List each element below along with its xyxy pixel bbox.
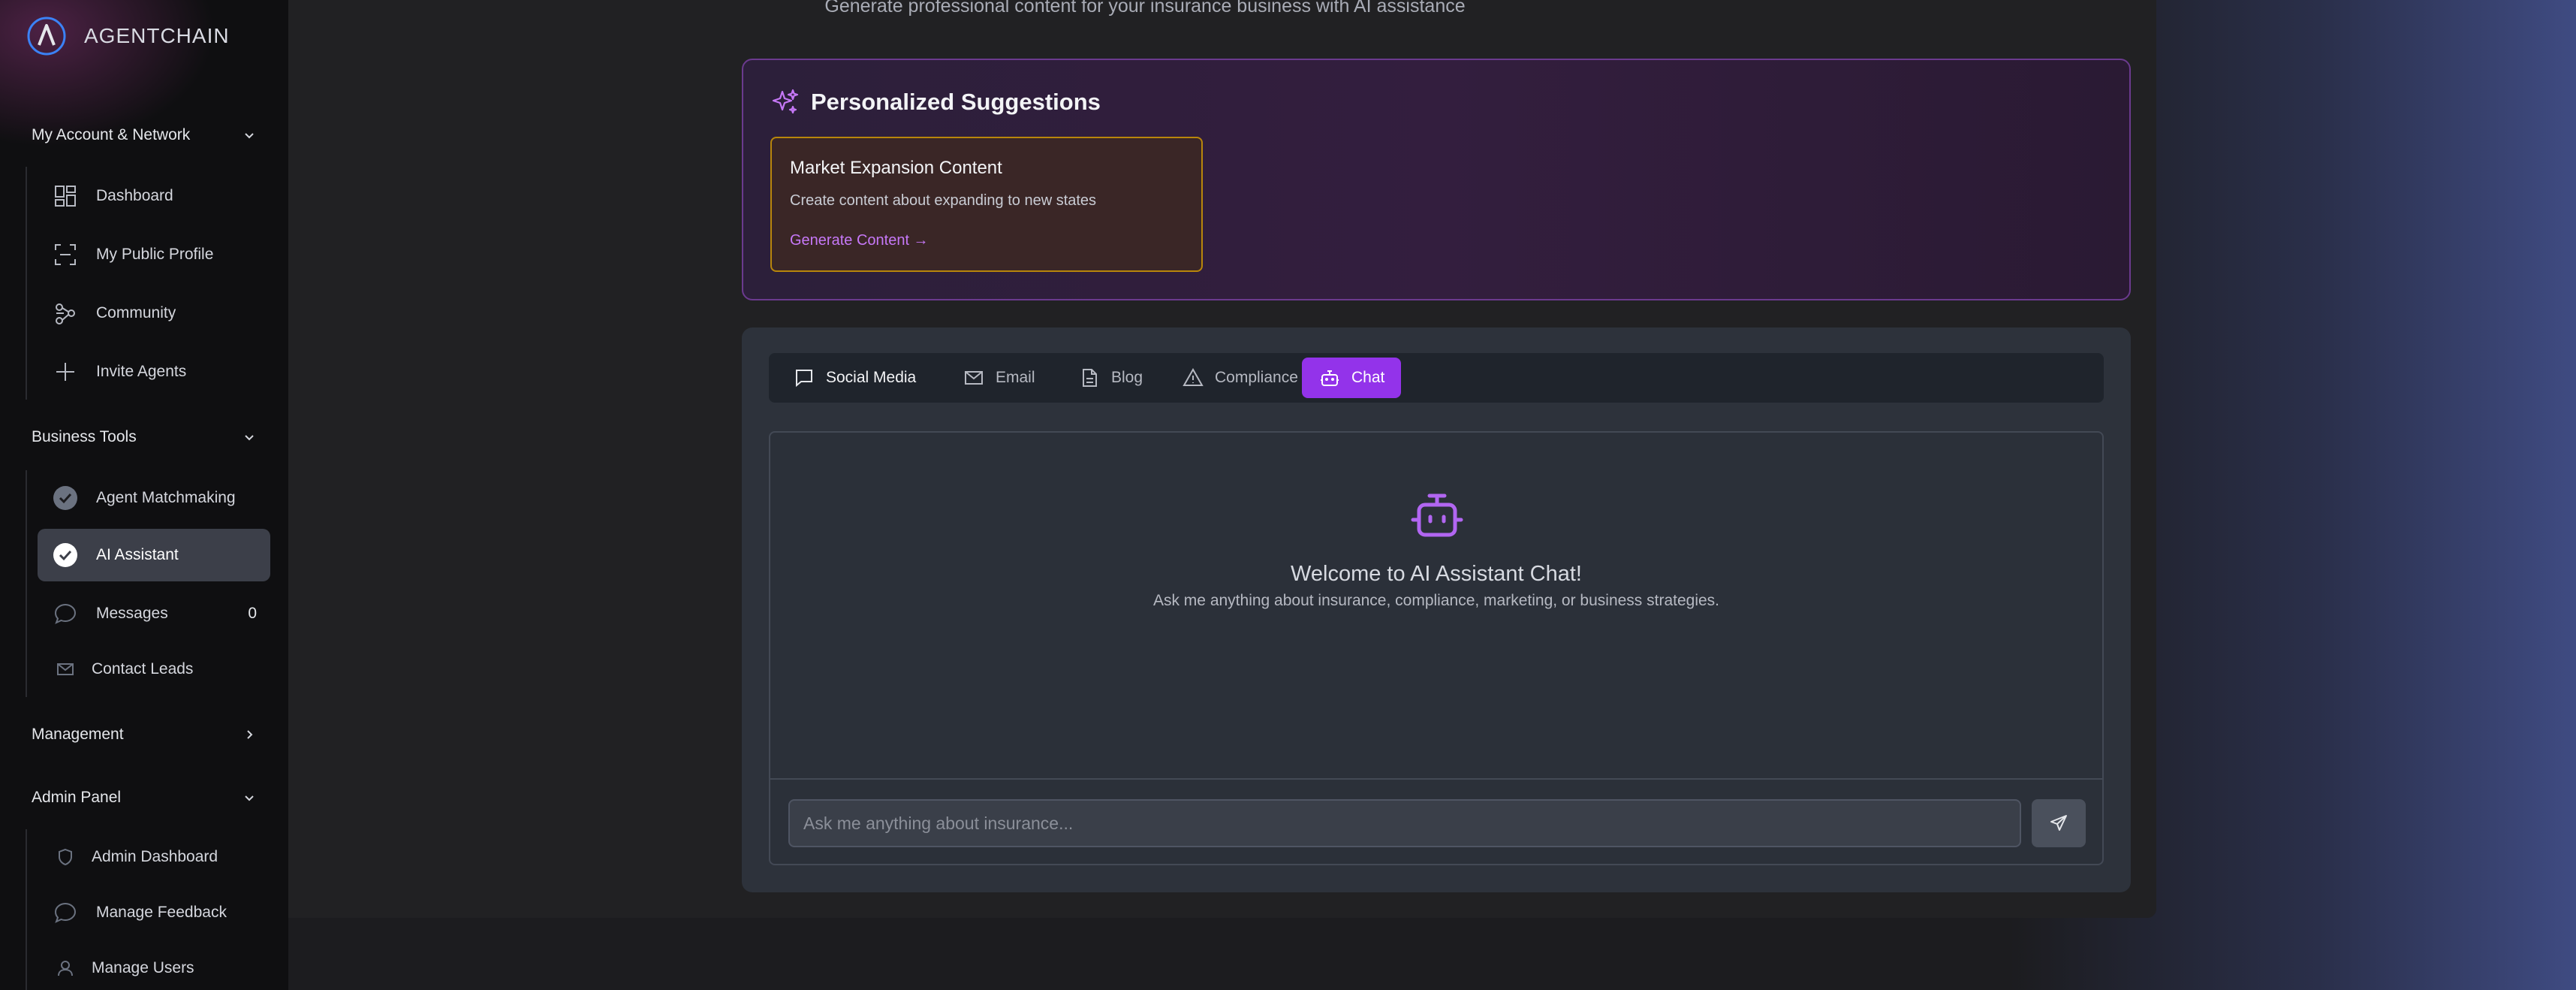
brand-logo[interactable]: AGENTCHAIN [26,15,230,57]
sidebar-item-label: My Public Profile [96,246,214,263]
sidebar-item-label: Contact Leads [92,660,194,678]
content-generator-card: Social Media Email Blog Compliance Chat … [742,327,2131,892]
tab-label: Blog [1111,369,1143,386]
generate-content-link[interactable]: Generate Content → [790,232,1183,249]
brand-name: AGENTCHAIN [84,24,230,47]
messages-count-badge: 0 [248,605,257,622]
plus-icon [53,359,78,385]
send-button[interactable] [2032,799,2086,847]
section-title: Business Tools [32,428,137,445]
tab-social-media[interactable]: Social Media [776,358,932,398]
suggestion-card-market-expansion[interactable]: Market Expansion Content Create content … [770,137,1203,272]
sidebar-item-label: Agent Matchmaking [96,489,236,506]
sidebar-item-manage-users[interactable]: Manage Users [38,942,270,990]
sidebar-item-dashboard[interactable]: Dashboard [38,170,270,222]
user-icon [53,955,78,981]
sidebar-item-label: AI Assistant [96,546,179,563]
sidebar-item-messages[interactable]: Messages 0 [38,587,270,640]
warning-triangle-icon [1182,367,1204,389]
check-circle-icon [53,485,78,511]
chat-input[interactable] [788,799,2021,847]
sidebar-item-public-profile[interactable]: My Public Profile [38,228,270,281]
tab-email[interactable]: Email [946,358,1052,398]
section-admin-panel[interactable]: Admin Panel [32,783,257,813]
robot-icon [1318,367,1341,389]
sidebar: AGENTCHAIN My Account & Network Dashboar… [0,0,288,990]
dashboard-grid-icon [53,183,78,209]
tab-compliance[interactable]: Compliance [1165,358,1315,398]
chat-panel: Welcome to AI Assistant Chat! Ask me any… [769,431,2104,865]
mail-icon [963,367,985,389]
sidebar-item-label: Invite Agents [96,363,187,380]
sidebar-item-community[interactable]: Community [38,287,270,340]
tab-label: Email [996,369,1035,386]
section-title: My Account & Network [32,126,191,143]
tab-label: Social Media [826,369,917,386]
message-square-icon [793,367,815,389]
message-bubble-icon [53,601,78,626]
tab-chat[interactable]: Chat [1302,358,1402,398]
mail-icon [53,656,78,682]
scan-frame-icon [53,242,78,267]
section-business-tools[interactable]: Business Tools [32,422,257,452]
sidebar-item-contact-leads[interactable]: Contact Leads [38,643,270,696]
sidebar-item-label: Admin Dashboard [92,848,218,865]
chevron-down-icon [245,435,254,441]
sidebar-item-admin-dashboard[interactable]: Admin Dashboard [38,831,270,883]
personalized-suggestions-card: Personalized Suggestions Market Expansio… [742,59,2131,300]
app-root: AGENTCHAIN My Account & Network Dashboar… [0,0,2576,990]
sidebar-item-label: Messages [96,605,168,622]
chat-messages-area[interactable]: Welcome to AI Assistant Chat! Ask me any… [770,433,2102,780]
suggestions-header: Personalized Suggestions [770,87,1101,117]
document-icon [1078,367,1101,389]
sidebar-item-invite-agents[interactable]: Invite Agents [38,346,270,398]
sidebar-item-manage-feedback[interactable]: Manage Feedback [38,886,270,939]
sparkles-icon [772,89,799,114]
section-title: Management [32,726,124,743]
nav-group-business-tools: Agent Matchmaking AI Assistant Messages … [26,470,270,697]
chevron-down-icon [245,795,254,801]
chat-welcome-title: Welcome to AI Assistant Chat! [1291,562,1582,586]
tab-label: Chat [1351,369,1385,386]
send-icon [2050,815,2067,831]
section-management[interactable]: Management [32,720,257,750]
sidebar-item-label: Manage Feedback [96,904,227,921]
sidebar-item-ai-assistant[interactable]: AI Assistant [38,529,270,581]
nav-group-my-account: Dashboard My Public Profile Community In… [26,167,270,400]
shield-icon [53,844,78,870]
tab-label: Compliance [1215,369,1298,386]
nav-group-admin-panel: Admin Dashboard Manage Feedback Manage U… [26,829,270,990]
message-bubble-icon [53,900,78,925]
tab-blog[interactable]: Blog [1062,358,1159,398]
chat-welcome-subtitle: Ask me anything about insurance, complia… [1152,592,1720,609]
sidebar-item-label: Dashboard [96,187,173,204]
robot-icon [1411,493,1463,537]
chevron-right-icon [247,730,253,739]
suggestion-title: Market Expansion Content [790,158,1002,178]
network-icon [53,300,78,326]
sidebar-item-agent-matchmaking[interactable]: Agent Matchmaking [38,472,270,524]
sidebar-item-label: Community [96,304,176,321]
chevron-down-icon [245,133,254,139]
content-type-tabs: Social Media Email Blog Compliance Chat [769,353,2104,403]
suggestions-title: Personalized Suggestions [811,89,1101,115]
check-circle-icon [53,542,78,568]
page-subtitle: Generate professional content for your i… [824,0,1466,17]
section-my-account[interactable]: My Account & Network [32,120,257,150]
agentchain-logo-icon [27,17,66,56]
section-title: Admin Panel [32,789,122,806]
suggestion-description: Create content about expanding to new st… [790,192,1097,209]
sidebar-item-label: Manage Users [92,959,194,976]
